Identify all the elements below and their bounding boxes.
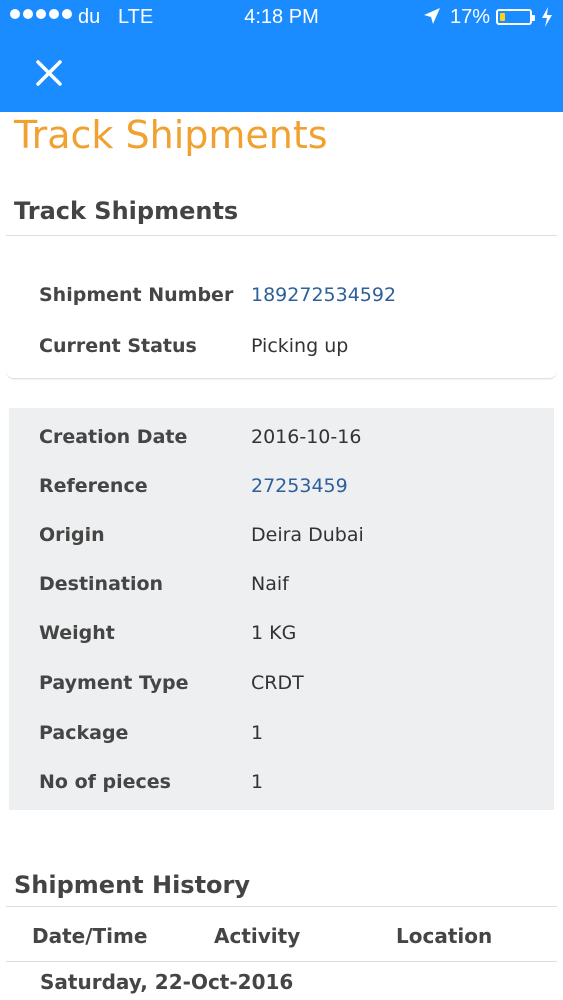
row-value: Deira Dubai	[251, 524, 364, 546]
divider	[6, 961, 557, 962]
divider	[6, 235, 557, 236]
detail-row: Creation Date 2016-10-16	[9, 426, 560, 456]
reference-link[interactable]: 27253459	[251, 475, 348, 497]
divider	[6, 906, 557, 907]
detail-row: Reference 27253459	[9, 475, 560, 505]
detail-row: Destination Naif	[9, 573, 560, 603]
shipment-number-link[interactable]: 189272534592	[251, 284, 396, 306]
row-value: Naif	[251, 573, 289, 595]
column-header-datetime: Date/Time	[32, 924, 148, 948]
detail-row: Weight 1 KG	[9, 622, 560, 652]
detail-row: Package 1	[9, 722, 560, 752]
shipment-number-row: Shipment Number 189272534592	[6, 284, 557, 314]
summary-card: Shipment Number 189272534592 Current Sta…	[6, 260, 557, 379]
detail-row: Payment Type CRDT	[9, 672, 560, 702]
row-label: Payment Type	[39, 672, 189, 694]
column-header-location: Location	[396, 924, 493, 948]
row-value: 1	[251, 722, 264, 744]
charging-bolt-icon	[542, 7, 552, 27]
top-bar: du LTE 4:18 PM 17%	[0, 0, 563, 112]
current-status-row: Current Status Picking up	[6, 335, 557, 365]
location-arrow-icon	[424, 8, 440, 24]
row-label: Package	[39, 722, 129, 744]
shipment-history-heading: Shipment History	[14, 871, 251, 899]
detail-row: No of pieces 1	[9, 771, 560, 801]
column-header-activity: Activity	[214, 924, 301, 948]
history-date-group: Saturday, 22-Oct-2016	[40, 970, 294, 994]
page-title: Track Shipments	[14, 113, 328, 157]
row-value: Picking up	[251, 335, 349, 357]
row-value: 1 KG	[251, 622, 297, 644]
details-panel: Creation Date 2016-10-16 Reference 27253…	[9, 408, 554, 810]
battery-percent: 17%	[450, 6, 491, 28]
row-label: Shipment Number	[39, 284, 234, 306]
battery-icon	[496, 9, 535, 25]
row-label: Weight	[39, 622, 115, 644]
row-value: CRDT	[251, 672, 304, 694]
close-icon[interactable]	[30, 54, 68, 92]
row-label: No of pieces	[39, 771, 171, 793]
row-label: Reference	[39, 475, 148, 497]
row-value: 1	[251, 771, 264, 793]
detail-row: Origin Deira Dubai	[9, 524, 560, 554]
row-value: 2016-10-16	[251, 426, 362, 448]
row-label: Origin	[39, 524, 105, 546]
track-shipments-heading: Track Shipments	[14, 197, 239, 225]
history-table-header: Date/Time Activity Location	[6, 918, 551, 962]
row-label: Creation Date	[39, 426, 188, 448]
row-label: Destination	[39, 573, 164, 595]
status-bar: du LTE 4:18 PM 17%	[0, 0, 563, 38]
row-label: Current Status	[39, 335, 197, 357]
